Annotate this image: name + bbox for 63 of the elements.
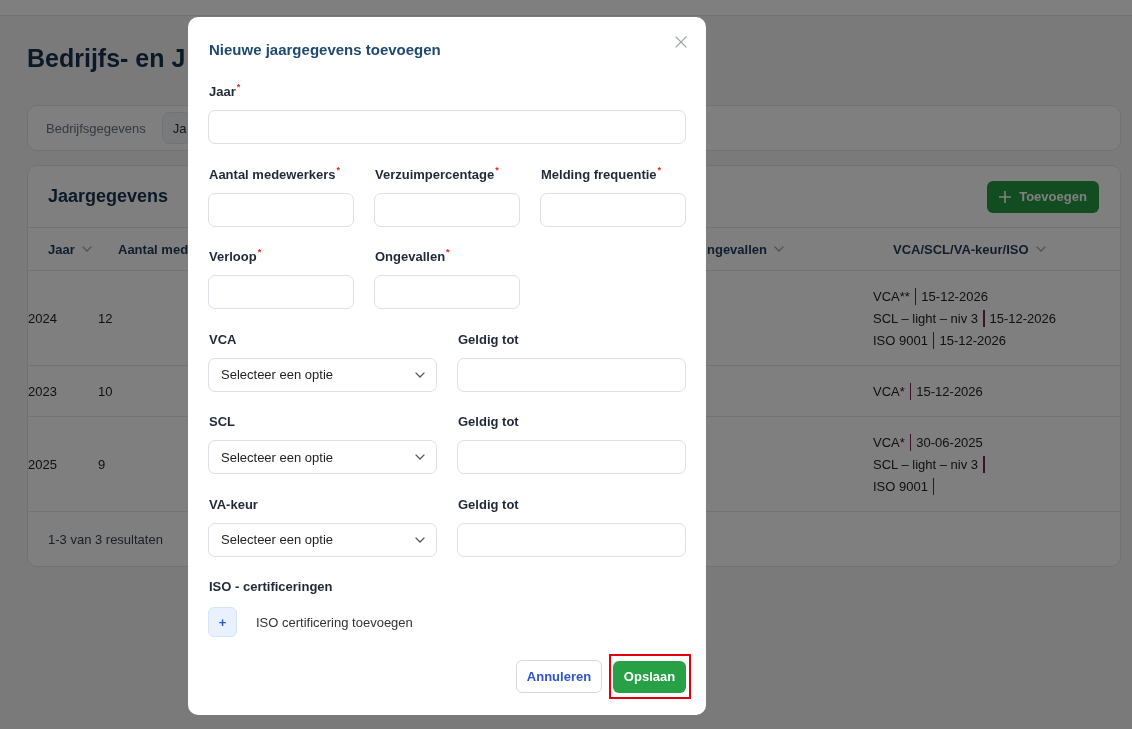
chevron-icon: [415, 454, 425, 460]
add-button[interactable]: Toevoegen: [987, 180, 1099, 213]
field-label: Geldig tot: [458, 330, 519, 349]
certificate-name: VCA**: [873, 288, 910, 304]
table-cell: 9: [98, 456, 106, 472]
page-title: Bedrijfs- en J: [27, 43, 186, 74]
section-title: Jaargegevens: [48, 186, 169, 207]
certificate-name: SCL – light – niv 3: [873, 456, 979, 472]
certificate-name: ISO 9001: [873, 332, 928, 348]
field-label: VA-keur: [209, 495, 258, 514]
result-count: 1-3 van 3 resultaten: [48, 531, 163, 547]
table-cell: 10: [98, 383, 113, 399]
expiry-date: 15-12-2026: [989, 310, 1057, 326]
select-field[interactable]: Selecteer een optie: [208, 440, 437, 474]
table-cell: 2024: [28, 310, 57, 326]
expiry-date: 30-06-2025: [916, 434, 983, 450]
table-cell: 12: [98, 310, 113, 326]
input-field[interactable]: [540, 192, 686, 227]
expiry-date: 15-12-2026: [939, 332, 1006, 348]
date-field[interactable]: [457, 357, 686, 392]
field-label: Jaar$^{*}$: [209, 83, 241, 101]
section-label: ISO - certificeringen: [209, 578, 333, 596]
plus-icon: [999, 190, 1012, 203]
column-header: Aantal med: [118, 241, 189, 257]
cancel-button[interactable]: Annuleren: [516, 660, 602, 693]
expiry-date: 15-12-2026: [916, 383, 983, 399]
input-field[interactable]: [208, 275, 354, 309]
table-cell: 2023: [28, 383, 57, 399]
add-iso-button[interactable]: +: [208, 607, 237, 637]
field-label: Ongevallen$^{*}$: [375, 248, 450, 266]
field-label: VCA: [209, 330, 237, 349]
tab[interactable]: Bedrijfsgegevens: [35, 112, 157, 144]
column-header[interactable]: ngevallen: [707, 241, 767, 257]
date-field[interactable]: [457, 522, 686, 557]
input-field[interactable]: [208, 192, 354, 227]
date-field[interactable]: [457, 440, 686, 474]
add-iso-label: ISO certificering toevoegen: [256, 614, 413, 630]
dialog-title: Nieuwe jaargegevens toevoegen: [209, 41, 441, 59]
chevron-icon: [415, 371, 425, 378]
select-field[interactable]: Selecteer een optie: [208, 357, 437, 392]
input-field[interactable]: [374, 192, 520, 227]
certificate-name: ISO 9001: [873, 478, 928, 494]
field-label: Melding frequentie$^{*}$: [541, 165, 662, 184]
select-field[interactable]: Selecteer een optie: [208, 522, 437, 557]
expiry-date: 15-12-2026: [921, 288, 988, 304]
field-label: Geldig tot: [458, 413, 519, 431]
field-label: Verzuimpercentage$^{*}$: [375, 165, 499, 184]
column-header[interactable]: Jaar: [48, 241, 75, 257]
field-label: Aantal medewerkers$^{*}$: [209, 165, 340, 184]
column-header[interactable]: VCA/SCL/VA-keur/ISO: [893, 241, 1029, 257]
input-field[interactable]: [374, 275, 520, 309]
certificate-name: VCA*: [873, 383, 905, 399]
table-cell: 2025: [28, 456, 57, 472]
chevron-icon: [415, 536, 425, 543]
input-field[interactable]: [208, 110, 686, 144]
certificate-name: SCL – light – niv 3: [873, 310, 979, 326]
save-button[interactable]: Opslaan: [613, 660, 686, 693]
close-icon: [675, 36, 687, 48]
close-button[interactable]: [675, 36, 687, 48]
field-label: Verloop$^{*}$: [209, 248, 262, 266]
field-label: Geldig tot: [458, 495, 519, 514]
certificate-name: VCA*: [873, 434, 905, 450]
field-label: SCL: [209, 413, 235, 431]
